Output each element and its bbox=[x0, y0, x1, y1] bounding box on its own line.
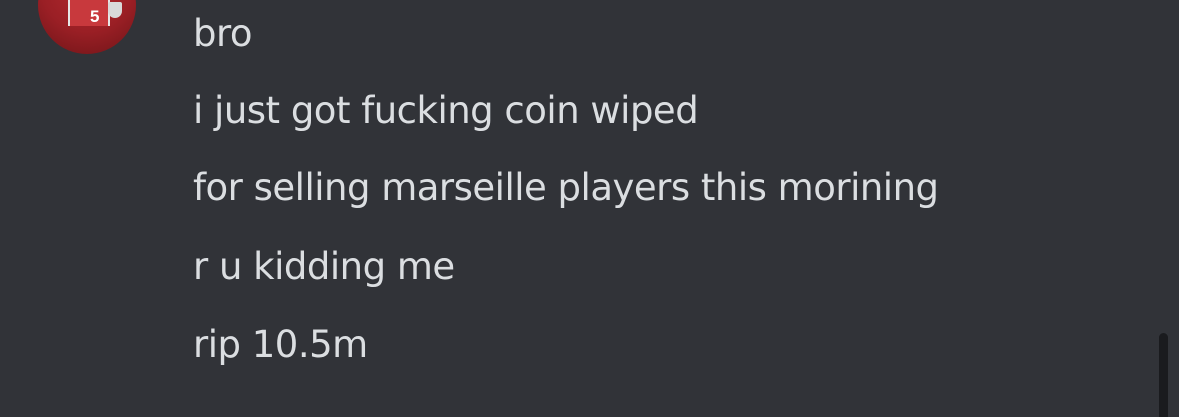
crest-icon bbox=[108, 2, 122, 18]
message-line[interactable]: rip 10.5m bbox=[193, 323, 368, 367]
jersey-stripe bbox=[68, 0, 110, 26]
scrollbar-thumb[interactable] bbox=[1159, 333, 1168, 417]
jersey-number: 5 bbox=[90, 7, 100, 26]
chat-message-area: 5 bro i just got fucking coin wiped for … bbox=[0, 0, 1179, 417]
avatar[interactable]: 5 bbox=[38, 0, 136, 54]
message-line[interactable]: bro bbox=[193, 12, 253, 56]
message-line[interactable]: r u kidding me bbox=[193, 245, 455, 289]
message-line[interactable]: i just got fucking coin wiped bbox=[193, 89, 699, 133]
message-line[interactable]: for selling marseille players this morin… bbox=[193, 166, 939, 210]
